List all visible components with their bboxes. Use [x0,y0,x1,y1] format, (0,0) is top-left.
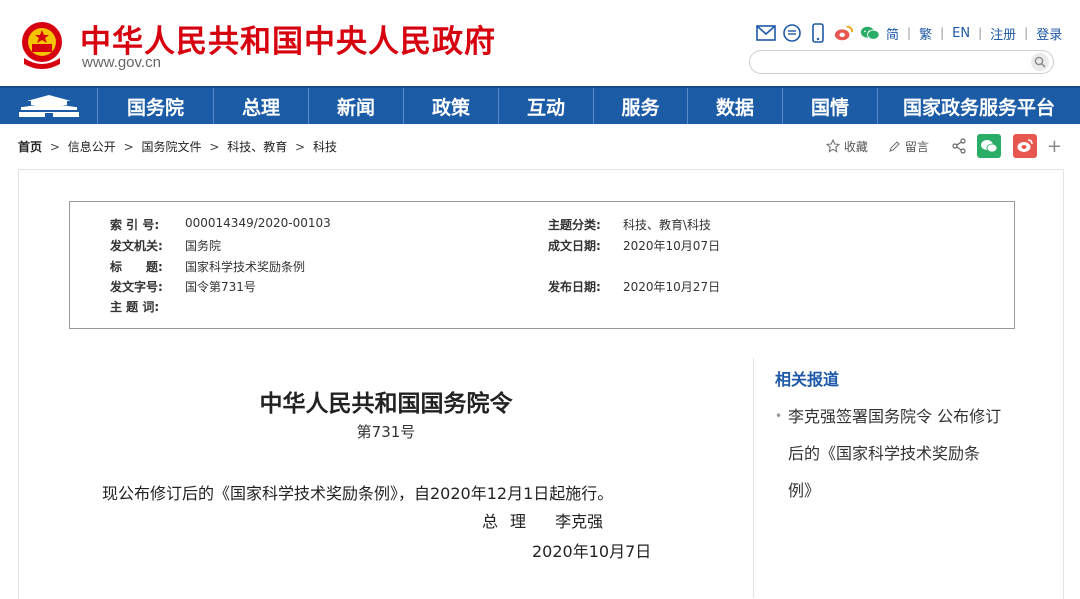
signer-role: 总理 [482,512,539,531]
document-signer: 总理 李克强 [482,508,603,532]
meta-published-label: 发布日期: [548,280,601,294]
nav-item-interaction[interactable]: 互动 [499,88,594,124]
meta-created-value: 2020年10月07日 [623,239,721,253]
meta-published: 发布日期: 2020年10月27日 [548,278,720,295]
nav-item-service-platform[interactable]: 国家政务服务平台 [878,88,1080,124]
meta-title-value: 国家科学技术奖励条例 [185,260,306,274]
nav-item-news[interactable]: 新闻 [309,88,404,124]
share-button[interactable] [951,138,967,154]
meta-keywords: 主 题 词: [110,298,185,315]
nav-item-service[interactable]: 服务 [594,88,688,124]
breadcrumb-bar: 首页 > 信息公开 > 国务院文件 > 科技、教育 > 科技 收藏 留言 + [0,124,1080,168]
lang-simplified-link[interactable]: 简 [886,24,899,43]
weibo-icon [1017,139,1033,152]
weibo-icon[interactable] [834,23,854,43]
meta-keywords-label: 主 题 词: [110,300,160,314]
pencil-icon [889,140,900,152]
star-icon [825,139,840,153]
meta-topic-label: 主题分类: [548,218,601,232]
meta-issuer: 发文机关: 国务院 [110,237,221,254]
nav-item-premier[interactable]: 总理 [214,88,309,124]
header-toolbar: 简 | 繁 | EN | 注册 | 登录 [756,22,1062,44]
content-panel: 索 引 号: 000014349/2020-00103 主题分类: 科技、教育\… [18,169,1064,599]
related-report-link-cont[interactable]: 例》 [775,472,1055,509]
meta-index-label: 索 引 号: [110,218,160,232]
meta-docno-label: 发文字号: [110,280,163,294]
meta-topic-value: 科技、教育\科技 [623,218,712,232]
breadcrumb-separator: > [123,140,134,154]
breadcrumb: 首页 > 信息公开 > 国务院文件 > 科技、教育 > 科技 [18,138,337,155]
national-emblem-icon[interactable] [16,18,68,70]
share-wechat-button[interactable] [976,134,1001,158]
meta-created: 成文日期: 2020年10月07日 [548,237,720,254]
nav-item-state-council[interactable]: 国务院 [98,88,214,124]
breadcrumb-item-info-public[interactable]: 信息公开 [68,140,116,154]
comment-button[interactable]: 留言 [888,138,929,155]
related-report-link[interactable]: 李克强签署国务院令 公布修订 [775,398,1055,435]
document-title: 中华人民共和国国务院令 [259,391,513,417]
document-meta-box: 索 引 号: 000014349/2020-00103 主题分类: 科技、教育\… [69,201,1015,329]
wechat-icon [980,140,998,153]
share-weibo-button[interactable] [1012,134,1037,158]
document-date: 2020年10月7日 [532,542,652,561]
separator: | [907,26,912,40]
document-number: 第731号 [356,423,416,441]
meta-issuer-label: 发文机关: [110,239,163,253]
favorite-label: 收藏 [843,139,868,154]
share-icon [952,138,966,154]
login-link[interactable]: 登录 [1036,24,1062,43]
mobile-icon[interactable] [808,23,828,43]
register-link[interactable]: 注册 [990,24,1016,43]
breadcrumb-item-sci-edu[interactable]: 科技、教育 [227,140,287,154]
related-reports-title: 相关报道 [775,370,840,389]
wechat-icon[interactable] [860,23,880,43]
more-share-button[interactable]: + [1047,136,1062,157]
nav-home-logo[interactable] [0,88,98,124]
tiananmen-icon [18,95,79,117]
breadcrumb-item-state-docs[interactable]: 国务院文件 [141,140,201,154]
meta-index: 索 引 号: 000014349/2020-00103 [110,216,331,233]
nav-item-policy[interactable]: 政策 [404,88,499,124]
site-header: 中华人民共和国中央人民政府 www.gov.cn 简 | 繁 | EN | 注册… [0,0,1080,86]
breadcrumb-item-science[interactable]: 科技 [313,140,337,154]
lang-english-link[interactable]: EN [952,26,970,41]
message-icon[interactable] [782,23,802,43]
site-domain: www.gov.cn [82,54,161,71]
breadcrumb-separator: > [209,140,220,154]
favorite-button[interactable]: 收藏 [825,138,868,155]
nav-item-data[interactable]: 数据 [688,88,783,124]
signer-name: 李克强 [555,512,604,531]
breadcrumb-separator: > [49,140,60,154]
meta-published-value: 2020年10月27日 [623,280,721,294]
main-nav: 国务院 总理 新闻 政策 互动 服务 数据 国情 国家政务服务平台 [0,86,1080,124]
meta-issuer-value: 国务院 [185,239,222,253]
search-box [749,50,1054,74]
breadcrumb-home[interactable]: 首页 [18,140,42,154]
meta-docno: 发文字号: 国令第731号 [110,278,256,295]
lang-traditional-link[interactable]: 繁 [919,24,932,43]
related-report-link-cont[interactable]: 后的《国家科学技术奖励条 [775,435,1055,472]
search-button[interactable] [1031,53,1049,71]
document-body: 现公布修订后的《国家科学技术奖励条例》，自2020年12月1日起施行。 [102,484,614,503]
meta-title: 标 题: 国家科学技术奖励条例 [110,258,305,275]
meta-docno-value: 国令第731号 [185,280,256,294]
nav-item-national-info[interactable]: 国情 [783,88,878,124]
related-reports-list: 李克强签署国务院令 公布修订 后的《国家科学技术奖励条 例》 [775,398,1055,509]
page-actions: 收藏 留言 + [825,134,1062,158]
mail-icon[interactable] [756,23,776,43]
separator: | [940,26,945,40]
search-icon [1034,56,1046,68]
separator: | [1024,26,1029,40]
separator: | [978,26,983,40]
meta-topic: 主题分类: 科技、教育\科技 [548,216,711,233]
breadcrumb-separator: > [295,140,306,154]
meta-created-label: 成文日期: [548,239,601,253]
meta-index-value: 000014349/2020-00103 [185,216,331,230]
content-divider [753,358,754,598]
comment-label: 留言 [904,139,929,154]
meta-title-label: 标 题: [110,260,163,274]
search-input[interactable] [760,51,1030,73]
